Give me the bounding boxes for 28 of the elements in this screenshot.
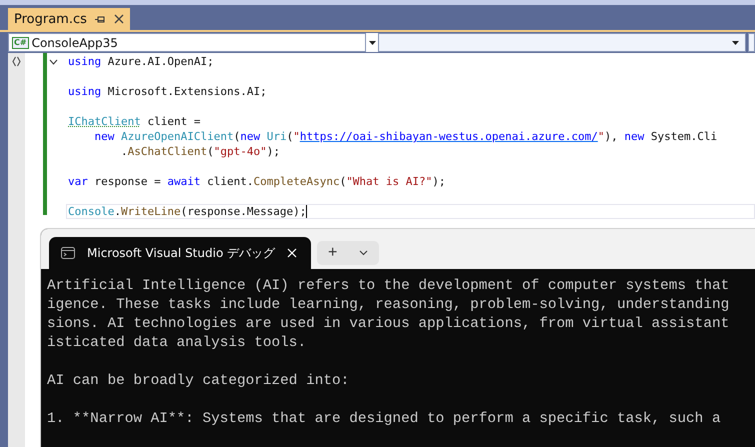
terminal-tab-title: Microsoft Visual Studio デバッグ <box>87 244 276 262</box>
code-line: Console.WriteLine(response.Message); <box>68 204 306 219</box>
csharp-project-icon: C# <box>12 36 29 48</box>
project-name: ConsoleApp35 <box>32 36 118 50</box>
console-output-line: igence. These tasks include learning, reasoning, problem-solving, understanding <box>47 296 730 315</box>
console-output-line: isticated data analysis tools. <box>47 334 308 353</box>
code-line: using Microsoft.Extensions.AI; <box>68 84 267 99</box>
dropdown-arrow-icon <box>732 40 739 44</box>
document-tab[interactable]: Program.cs <box>8 8 130 30</box>
scope-icon <box>12 56 21 67</box>
console-output-line: sions. AI technologies are used in various applications, from virtual assistant <box>47 315 730 334</box>
code-line: IChatClient client = <box>68 114 200 129</box>
document-tab-title: Program.cs <box>14 12 87 26</box>
dropdown-field[interactable] <box>748 33 755 52</box>
console-output-line: 1. **Narrow AI**: Systems that are designed to perform a specific task, such a <box>47 410 722 429</box>
pin-icon[interactable] <box>94 14 106 24</box>
chevron-down-icon <box>359 250 368 256</box>
collapse-icon[interactable] <box>49 58 58 64</box>
code-line: using Azure.AI.OpenAI; <box>68 54 214 69</box>
close-icon[interactable] <box>114 14 124 24</box>
terminal-icon <box>61 247 75 259</box>
code-line: var response = await client.CompleteAsync("What is AI?"); <box>68 174 446 189</box>
code-line: .AsChatClient("gpt-4o"); <box>120 144 280 159</box>
console-output-line: AI can be broadly categorized into: <box>47 372 350 391</box>
project-dropdown[interactable]: C# ConsoleApp35 <box>8 33 366 52</box>
code-line: new AzureOpenAIClient(new Uri("https://oai-shibayan-westus.openai.azure.com/"), new System.Cli <box>93 129 718 144</box>
terminal-tab[interactable]: Microsoft Visual Studio デバッグ <box>49 237 312 269</box>
console-output-line: Artificial Intelligence (AI) refers to the development of computer systems that <box>47 277 730 296</box>
